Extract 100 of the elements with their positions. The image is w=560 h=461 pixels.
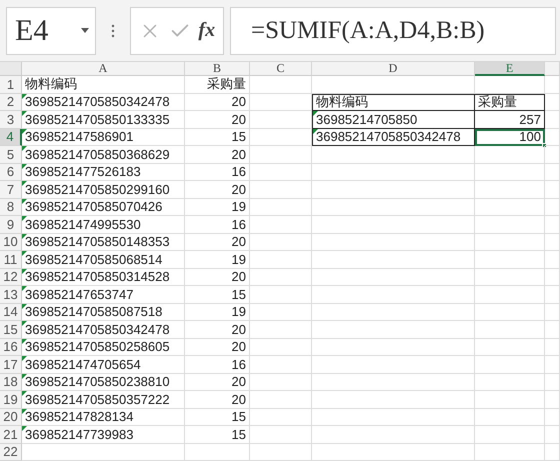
empty-cell [250,426,312,444]
table-cell: 36985214705850357222 [22,391,185,408]
table-cell: 15 [185,408,250,426]
table-cell: 20 [185,391,250,408]
empty-cell [250,286,312,304]
column-header[interactable]: A [22,62,185,76]
row-header[interactable]: 13 [0,286,22,304]
row-header[interactable]: 18 [0,374,22,391]
row-header[interactable]: 8 [0,198,22,216]
empty-cell [545,374,560,391]
table-cell: 369852147586901 [22,128,185,146]
empty-cell [475,408,545,426]
empty-cell [250,338,312,356]
empty-cell [545,338,560,356]
empty-cell [185,444,250,461]
row-header[interactable]: 21 [0,426,22,444]
table-cell: 3698521474995530 [22,216,185,234]
empty-cell [545,198,560,216]
fill-handle[interactable] [542,143,547,148]
row-header[interactable]: 4 [0,128,22,146]
empty-cell [545,111,560,128]
row-header[interactable]: 3 [0,111,22,128]
table-cell: 20 [185,146,250,164]
column-header[interactable]: D [312,62,475,76]
table-cell: 100 [475,128,545,146]
table-cell: 36985214705850342478 [312,128,475,146]
row-header[interactable]: 5 [0,146,22,164]
empty-cell [475,356,545,374]
table-cell: 采购量 [475,94,545,111]
empty-cell [250,164,312,181]
empty-cell [250,374,312,391]
row-header[interactable]: 2 [0,94,22,111]
empty-cell [250,304,312,321]
table-cell: 物料编码 [312,94,475,111]
table-cell: 3698521470585068514 [22,251,185,268]
table-cell: 369852147739983 [22,426,185,444]
table-cell: 16 [185,216,250,234]
column-header[interactable]: E [475,62,545,76]
row-header[interactable]: 10 [0,234,22,251]
empty-cell [545,216,560,234]
empty-cell [475,286,545,304]
empty-cell [250,76,312,94]
table-cell: 15 [185,128,250,146]
empty-cell [545,444,560,461]
table-cell: 36985214705850238810 [22,374,185,391]
empty-cell [475,198,545,216]
table-cell: 采购量 [185,76,250,94]
name-box[interactable]: E4 [6,6,96,54]
empty-cell [475,181,545,198]
table-cell: 3698521470585087518 [22,304,185,321]
column-header[interactable]: B [185,62,250,76]
table-cell: 3698521477526183 [22,164,185,181]
table-cell: 36985214705850148353 [22,234,185,251]
row-header[interactable]: 11 [0,251,22,268]
table-cell: 36985214705850299160 [22,181,185,198]
table-cell: 15 [185,286,250,304]
table-cell: 36985214705850258605 [22,338,185,356]
table-cell: 3698521474705654 [22,356,185,374]
empty-cell [250,111,312,128]
row-header[interactable]: 22 [0,444,22,461]
row-header[interactable]: 1 [0,76,22,94]
empty-cell [250,251,312,268]
row-header[interactable]: 14 [0,304,22,321]
formula-field[interactable]: =SUMIF(A:A,D4,B:B) [230,6,556,54]
row-header[interactable]: 15 [0,321,22,338]
column-header[interactable]: C [250,62,312,76]
empty-cell [250,444,312,461]
empty-cell [475,374,545,391]
table-cell: 369852147653747 [22,286,185,304]
table-cell: 20 [185,374,250,391]
more-options-icon[interactable] [110,24,116,38]
empty-cell [545,234,560,251]
table-cell: 20 [185,181,250,198]
row-header[interactable]: 6 [0,164,22,181]
empty-cell [475,251,545,268]
empty-cell [545,321,560,338]
empty-cell [250,198,312,216]
empty-cell [250,181,312,198]
empty-cell [545,94,560,111]
row-header[interactable]: 7 [0,181,22,198]
insert-function-button[interactable]: fx [198,19,216,42]
empty-cell [545,128,560,146]
empty-cell [475,268,545,286]
empty-cell [545,268,560,286]
table-cell: 20 [185,321,250,338]
empty-cell [475,76,545,94]
table-cell: 20 [185,268,250,286]
empty-cell [475,216,545,234]
row-header[interactable]: 16 [0,338,22,356]
table-cell: 15 [185,426,250,444]
table-cell: 257 [475,111,545,128]
row-header[interactable]: 9 [0,216,22,234]
table-cell: 19 [185,198,250,216]
table-cell: 3698521470585070426 [22,198,185,216]
row-header[interactable]: 17 [0,356,22,374]
row-header[interactable]: 20 [0,408,22,426]
dropdown-caret-icon[interactable] [81,28,89,33]
row-header[interactable]: 12 [0,268,22,286]
empty-cell [475,444,545,461]
row-header[interactable]: 19 [0,391,22,408]
